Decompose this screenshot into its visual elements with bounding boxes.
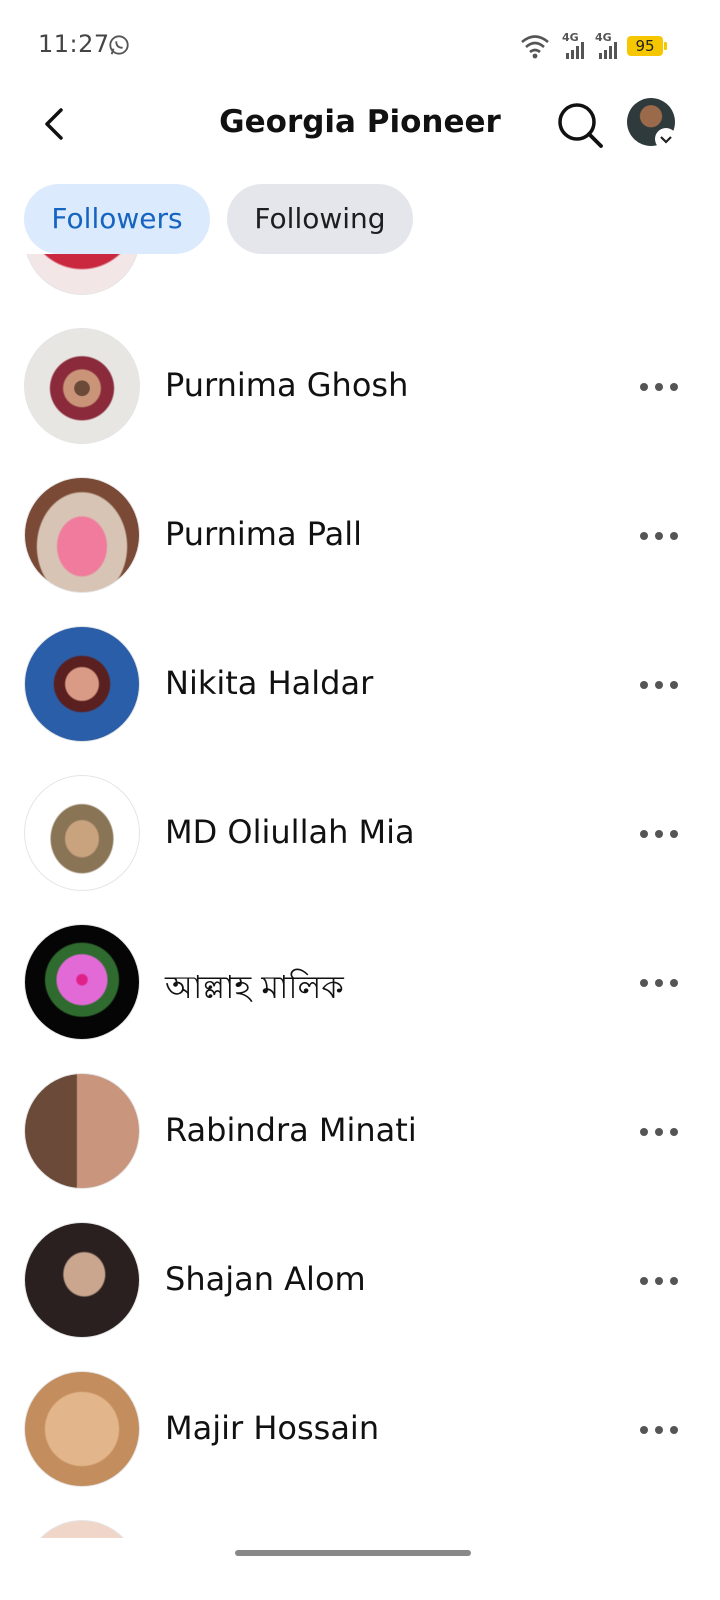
- home-indicator[interactable]: [235, 1550, 471, 1556]
- user-name[interactable]: Majir Hossain: [165, 1409, 379, 1447]
- list-item[interactable]: MD Oliullah Mia: [0, 775, 720, 924]
- avatar[interactable]: [24, 924, 140, 1040]
- followers-list: Purnima Ghosh Purnima Pall Nikita Haldar…: [0, 254, 720, 1538]
- more-options-icon[interactable]: [636, 819, 682, 849]
- app-header: Georgia Pioneer: [0, 92, 720, 162]
- user-name[interactable]: আল্লাহ মালিক: [165, 962, 344, 1016]
- avatar[interactable]: [24, 1073, 140, 1189]
- battery-indicator: 95: [627, 36, 667, 56]
- avatar[interactable]: [24, 775, 140, 891]
- list-item[interactable]: Purnima Ghosh: [0, 328, 720, 477]
- avatar[interactable]: [24, 254, 140, 295]
- list-item[interactable]: Majir Hossain: [0, 1371, 720, 1520]
- avatar[interactable]: [24, 1371, 140, 1487]
- avatar[interactable]: [24, 328, 140, 444]
- search-icon[interactable]: [553, 98, 607, 152]
- wifi-icon: [521, 35, 549, 59]
- cell-signal-icon: 4G: [560, 31, 586, 59]
- more-options-icon[interactable]: [636, 372, 682, 402]
- user-name[interactable]: Purnima Pall: [165, 515, 362, 553]
- avatar[interactable]: [24, 1222, 140, 1338]
- list-item[interactable]: Shajan Alom: [0, 1222, 720, 1371]
- user-name[interactable]: Nikita Haldar: [165, 664, 373, 702]
- more-options-icon[interactable]: [636, 1266, 682, 1296]
- user-name[interactable]: Rabindra Minati: [165, 1111, 417, 1149]
- more-options-icon[interactable]: [636, 1415, 682, 1445]
- list-item[interactable]: Rabindra Minati: [0, 1073, 720, 1222]
- list-item[interactable]: Nikita Haldar: [0, 626, 720, 775]
- user-name[interactable]: MD Oliullah Mia: [165, 813, 415, 851]
- list-item[interactable]: Purnima Pall: [0, 477, 720, 626]
- page-title: Georgia Pioneer: [219, 104, 501, 140]
- avatar[interactable]: [24, 1520, 140, 1538]
- user-name[interactable]: Shajan Alom: [165, 1260, 366, 1298]
- avatar[interactable]: [24, 626, 140, 742]
- more-options-icon[interactable]: [636, 1117, 682, 1147]
- user-name[interactable]: Purnima Ghosh: [165, 366, 408, 404]
- more-options-icon[interactable]: [636, 968, 682, 998]
- more-options-icon[interactable]: [636, 521, 682, 551]
- list-item[interactable]: আল্লাহ মালিক: [0, 924, 720, 1073]
- chevron-down-icon[interactable]: [655, 128, 677, 150]
- tab-followers[interactable]: Followers: [24, 184, 210, 254]
- whatsapp-icon: [109, 35, 129, 55]
- cell-signal-icon: 4G: [593, 31, 619, 59]
- status-time: 11:27: [38, 30, 110, 58]
- more-options-icon[interactable]: [636, 670, 682, 700]
- list-item[interactable]: [0, 1520, 720, 1538]
- avatar[interactable]: [24, 477, 140, 593]
- tab-following[interactable]: Following: [227, 184, 413, 254]
- list-item[interactable]: [0, 254, 720, 328]
- status-bar: 11:27 4G 4G 95: [0, 0, 720, 92]
